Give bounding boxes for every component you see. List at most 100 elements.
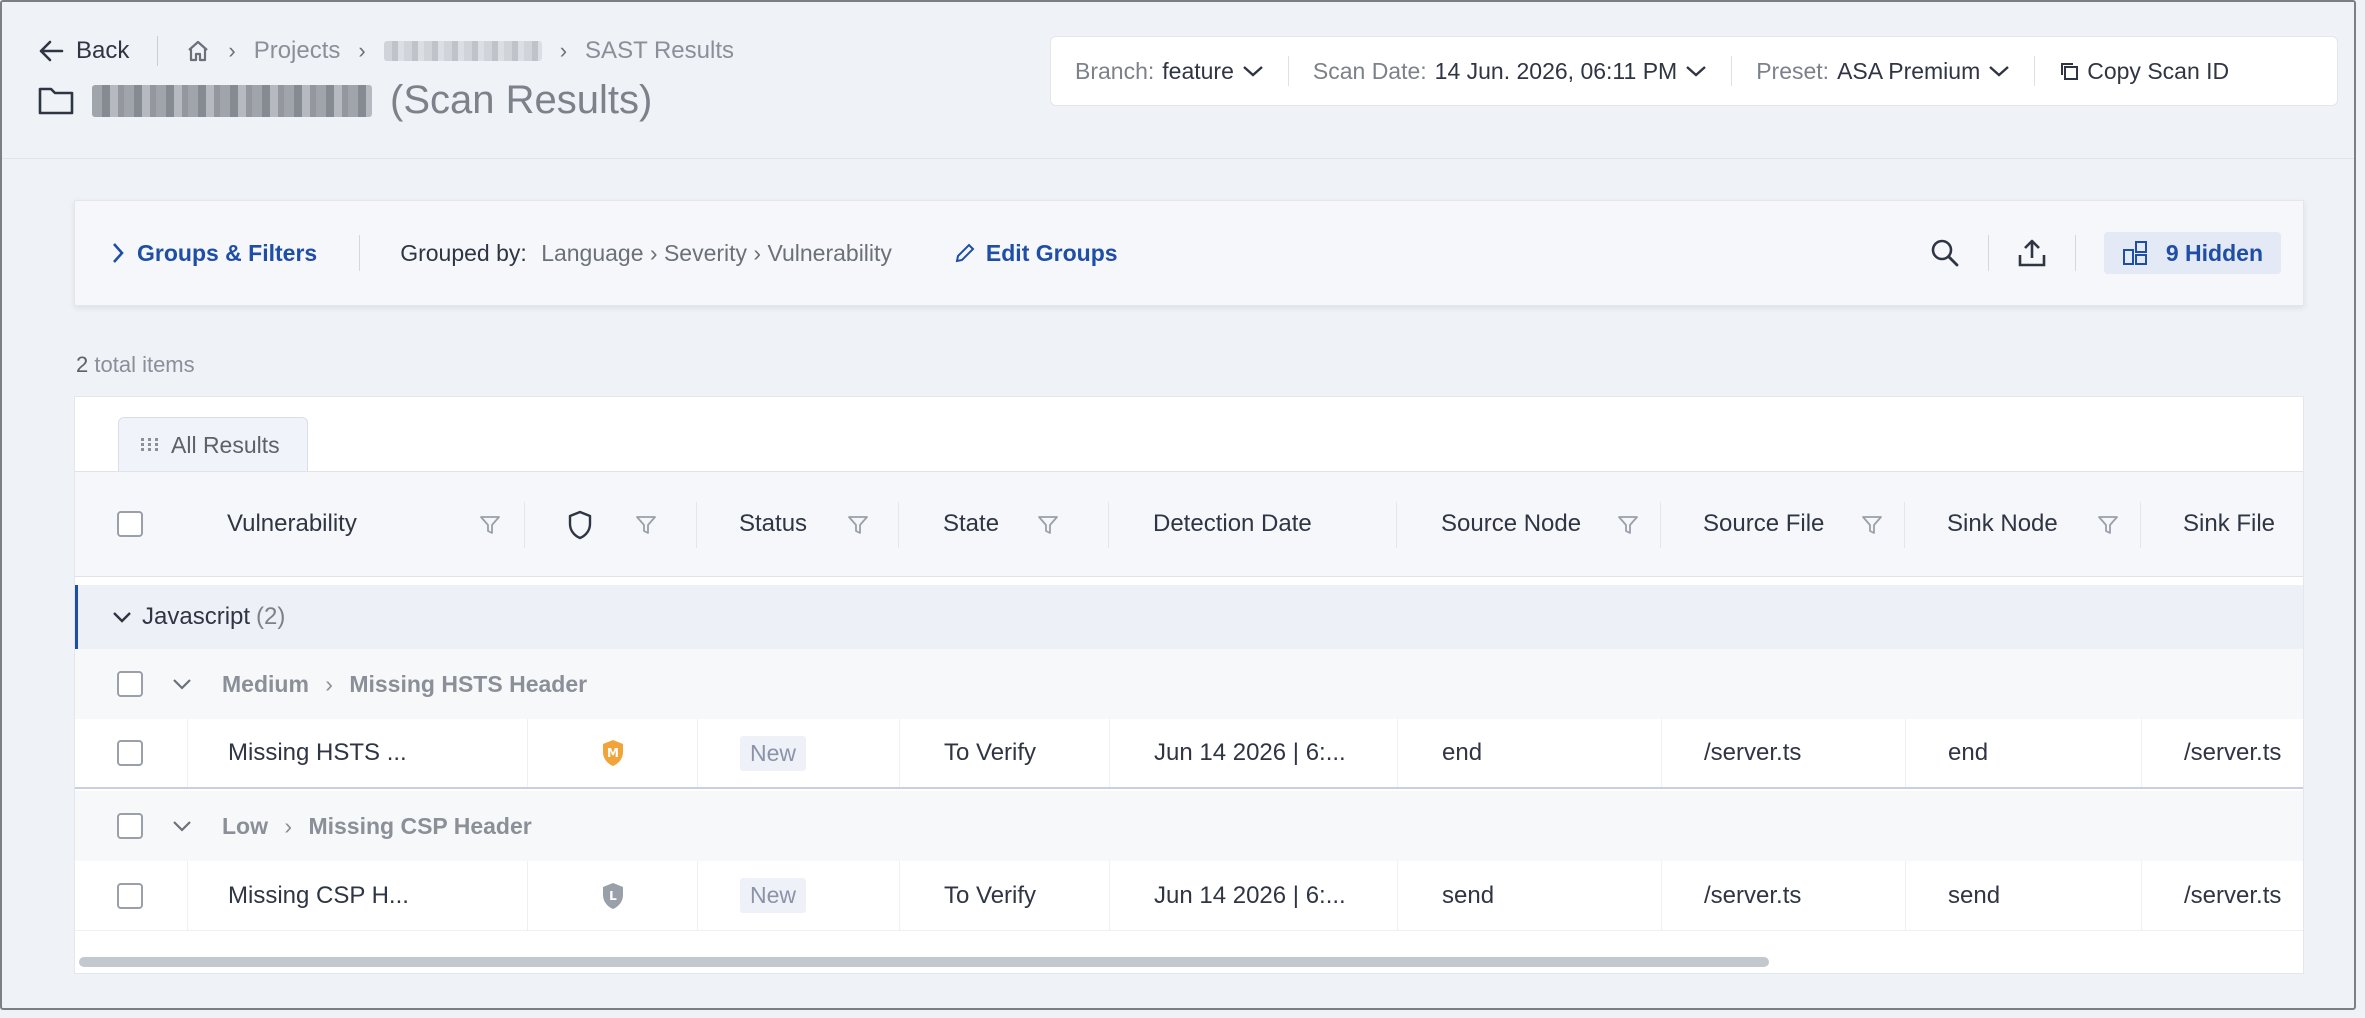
filter-icon[interactable]: [1037, 514, 1059, 536]
project-name-redacted: [92, 84, 372, 117]
total-label: total items: [94, 352, 195, 377]
breadcrumb-chevron-icon: ›: [358, 38, 366, 63]
row-checkbox[interactable]: [117, 740, 143, 766]
header-state[interactable]: State: [899, 472, 1109, 576]
cell-severity: L: [527, 861, 697, 930]
vulnerability-text: Missing CSP H...: [228, 881, 409, 909]
status-badge: New: [740, 735, 807, 771]
arrow-left-icon: [39, 40, 64, 62]
toolbar-divider: [2074, 235, 2076, 271]
branch-value: feature: [1162, 57, 1234, 84]
table-row[interactable]: Missing CSP H... L New To Verify Jun 14 …: [75, 861, 2303, 931]
group-language-name: Javascript: [142, 603, 251, 630]
group-row-low[interactable]: Low › Missing CSP Header: [75, 791, 2303, 861]
home-icon[interactable]: [186, 40, 210, 62]
header-status-label: Status: [739, 510, 808, 537]
edit-groups-button[interactable]: Edit Groups: [954, 240, 1118, 267]
shield-icon: [568, 510, 592, 540]
header-status[interactable]: Status: [697, 472, 899, 576]
cell-vulnerability[interactable]: Missing HSTS ...: [187, 719, 527, 787]
sink-node-text: end: [1948, 739, 1989, 766]
preset-selector[interactable]: Preset: ASA Premium: [1732, 37, 2034, 105]
header-sink-node[interactable]: Sink Node: [1905, 472, 2141, 576]
crumb-project-redacted[interactable]: [383, 41, 542, 61]
export-icon[interactable]: [2017, 238, 2047, 268]
results-toolbar: Groups & Filters Grouped by: Language › …: [74, 200, 2304, 306]
header-detection-date[interactable]: Detection Date: [1109, 472, 1397, 576]
cell-state[interactable]: To Verify: [899, 861, 1109, 930]
header-severity[interactable]: [525, 472, 697, 576]
filter-icon[interactable]: [1861, 514, 1883, 536]
filter-icon[interactable]: [2097, 514, 2119, 536]
chevron-down-icon[interactable]: [172, 677, 192, 691]
chevron-down-icon[interactable]: [112, 610, 132, 624]
breadcrumb: Back › Projects › › SAST Results: [38, 36, 734, 66]
cell-sink-file[interactable]: /server.ts: [2141, 861, 2303, 930]
state-text: To Verify: [944, 739, 1037, 766]
group-row-language[interactable]: Javascript (2): [75, 585, 2303, 649]
cell-source-file[interactable]: /server.ts: [1661, 861, 1905, 930]
crumb-projects[interactable]: Projects: [254, 37, 341, 65]
branch-label: Branch:: [1075, 57, 1155, 84]
group-row-medium[interactable]: Medium › Missing HSTS Header: [75, 649, 2303, 719]
group-separator: ›: [284, 812, 293, 839]
top-bar: Back › Projects › › SAST Results (Scan R…: [2, 2, 2354, 159]
filter-icon[interactable]: [635, 514, 657, 536]
cell-vulnerability[interactable]: Missing CSP H...: [187, 861, 527, 930]
branch-selector[interactable]: Branch: feature: [1051, 37, 1288, 105]
grouped-by-label: Grouped by:: [400, 239, 527, 266]
chevron-down-icon[interactable]: [172, 819, 192, 833]
chevron-right-icon: [113, 243, 124, 263]
source-file-text: /server.ts: [1704, 881, 1802, 909]
vuln-hsts-title: Missing HSTS Header: [349, 670, 588, 697]
header-vulnerability[interactable]: Vulnerability: [227, 472, 525, 576]
sink-file-text: /server.ts: [2184, 739, 2282, 766]
scan-date-selector[interactable]: Scan Date: 14 Jun. 2026, 06:11 PM: [1289, 37, 1731, 105]
header-source-node[interactable]: Source Node: [1397, 472, 1661, 576]
select-all-checkbox[interactable]: [117, 511, 143, 537]
tab-all-results[interactable]: All Results: [118, 417, 308, 472]
edit-groups-label: Edit Groups: [985, 239, 1118, 266]
header-vulnerability-label: Vulnerability: [227, 510, 357, 537]
detection-date-text: Jun 14 2026 | 6:...: [1154, 739, 1346, 766]
cell-state[interactable]: To Verify: [899, 719, 1109, 787]
horizontal-scrollbar[interactable]: [79, 957, 1769, 967]
hidden-columns-label: 9 Hidden: [2165, 239, 2263, 266]
hidden-columns-button[interactable]: 9 Hidden: [2103, 232, 2281, 274]
copy-scan-id-button[interactable]: Copy Scan ID: [2035, 37, 2253, 105]
filter-icon[interactable]: [1617, 514, 1639, 536]
select-all-cell: [117, 472, 157, 576]
scan-date-value: 14 Jun. 2026, 06:11 PM: [1434, 57, 1678, 84]
severity-low-icon: L: [602, 882, 623, 909]
back-button[interactable]: Back: [38, 37, 129, 65]
svg-text:L: L: [609, 889, 617, 903]
header-sink-file[interactable]: Sink File: [2141, 472, 2303, 576]
header-source-file[interactable]: Source File: [1661, 472, 1905, 576]
header-source-node-label: Source Node: [1441, 510, 1582, 537]
filter-icon[interactable]: [479, 514, 501, 536]
results-table: All Results Vulnerability Status State D…: [74, 396, 2304, 974]
chevron-down-icon: [1243, 66, 1263, 77]
cell-severity: M: [527, 719, 697, 787]
row-checkbox[interactable]: [117, 671, 143, 697]
sink-node-text: send: [1948, 881, 2001, 909]
cell-source-file[interactable]: /server.ts: [1661, 719, 1905, 787]
groups-filters-toggle[interactable]: Groups & Filters: [111, 240, 317, 267]
group-language-count: (2): [256, 603, 286, 630]
group-medium-label: Medium › Missing HSTS Header: [222, 671, 587, 698]
tab-row: All Results: [75, 397, 2303, 472]
header-sink-file-label: Sink File: [2183, 510, 2276, 537]
vulnerability-text: Missing HSTS ...: [228, 739, 407, 766]
svg-text:M: M: [607, 746, 619, 760]
filter-icon[interactable]: [847, 514, 869, 536]
row-checkbox[interactable]: [117, 813, 143, 839]
header-source-file-label: Source File: [1703, 510, 1825, 537]
search-icon[interactable]: [1930, 238, 1960, 268]
table-row[interactable]: Missing HSTS ... M New To Verify Jun 14 …: [75, 719, 2303, 789]
tab-label: All Results: [171, 431, 280, 458]
state-text: To Verify: [944, 881, 1037, 909]
cell-sink-file[interactable]: /server.ts: [2141, 719, 2303, 787]
breadcrumb-chevron-icon: ›: [559, 38, 568, 63]
row-checkbox[interactable]: [117, 882, 143, 909]
status-badge: New: [740, 878, 807, 913]
